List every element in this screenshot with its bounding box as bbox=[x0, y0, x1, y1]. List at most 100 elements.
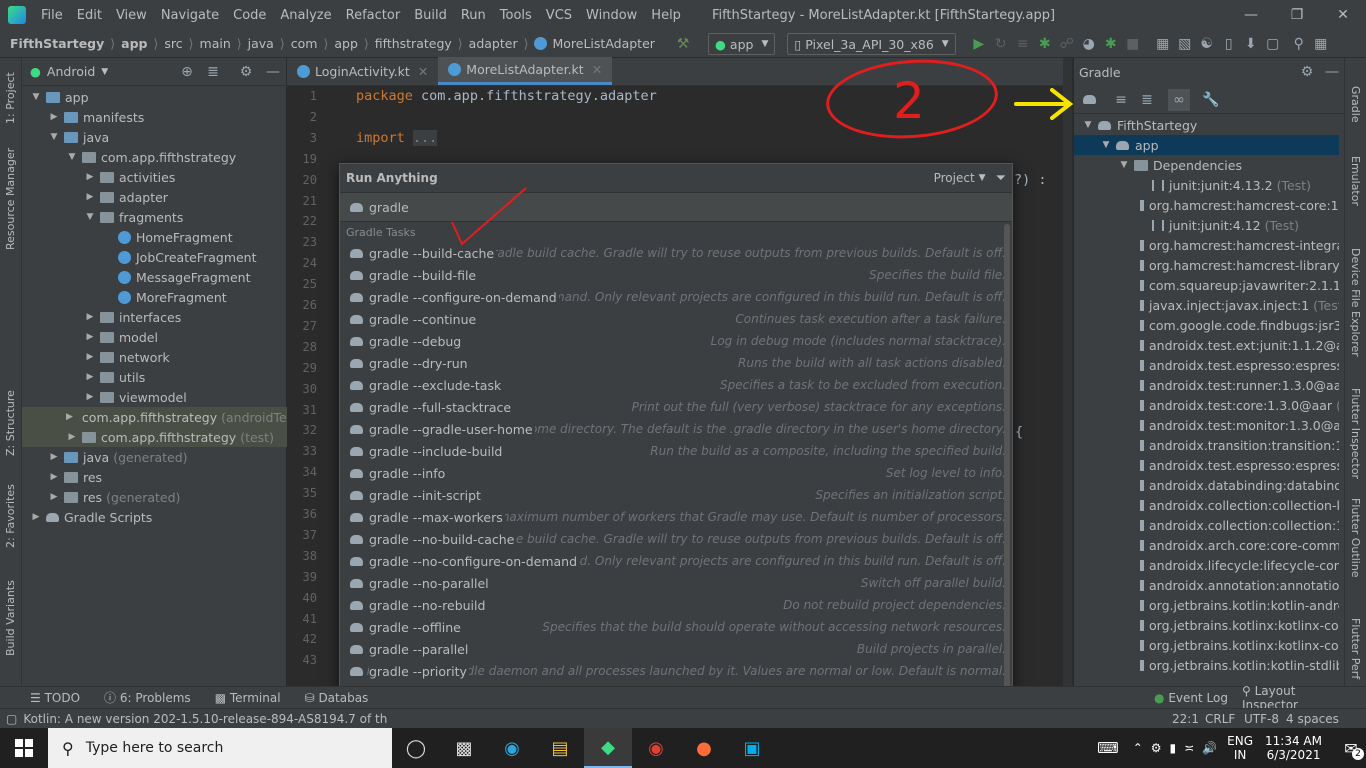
gradle-task-item[interactable]: Log in debug mode (includes normal stack… bbox=[340, 330, 1012, 352]
device-file-explorer-tool-button[interactable]: Device File Explorer bbox=[1349, 248, 1362, 357]
menu-view[interactable]: View bbox=[109, 8, 154, 23]
menu-code[interactable]: Code bbox=[226, 8, 273, 23]
collapse-all-icon[interactable]: ≣ bbox=[202, 61, 224, 83]
project-tree-item[interactable]: ▶ Gradle Scripts bbox=[22, 507, 287, 527]
gradle-task-item[interactable]: Specifies an initialization script. gradl… bbox=[340, 484, 1012, 506]
gradle-task-item[interactable]: Runs the build with all task actions dis… bbox=[340, 352, 1012, 374]
skype-icon[interactable]: ▣ bbox=[728, 728, 776, 768]
project-tree-item[interactable]: ▶ com.app.fifthstrategy(androidTest) bbox=[22, 407, 287, 427]
menu-build[interactable]: Build bbox=[407, 8, 454, 23]
gradle-tree-item[interactable]: org.hamcrest:hamcrest-integratio bbox=[1074, 235, 1339, 255]
hide-icon[interactable]: — bbox=[262, 61, 284, 83]
clock[interactable]: 11:34 AM 6/3/2021 bbox=[1265, 734, 1322, 762]
status-message[interactable]: Kotlin: A new version 202-1.5.10-release… bbox=[23, 712, 387, 726]
gradle-tree-item[interactable]: androidx.test:monitor:1.3.0@aar( bbox=[1074, 415, 1339, 435]
chevron-right-icon[interactable]: ▶ bbox=[48, 472, 60, 482]
gradle-task-item[interactable]: Do not rebuild project dependencies. grad… bbox=[340, 594, 1012, 616]
gradle-tree-item[interactable]: org.jetbrains.kotlin:kotlin-stdlib:1 bbox=[1074, 655, 1339, 675]
project-tree-item[interactable]: ▶ adapter bbox=[22, 187, 287, 207]
project-tree-item[interactable]: ▶ interfaces bbox=[22, 307, 287, 327]
gradle-task-item[interactable]: Toggles the Gradle build cache. Gradle w… bbox=[340, 242, 1012, 264]
close-icon[interactable]: ✕ bbox=[592, 62, 602, 77]
filter-icon[interactable]: ⏷ bbox=[996, 171, 1006, 186]
gear-icon[interactable]: ⚙ bbox=[235, 61, 257, 83]
project-tree-item[interactable]: JobCreateFragment bbox=[22, 247, 287, 267]
gradle-task-item[interactable]: Toggles the Gradle build cache. Gradle w… bbox=[340, 528, 1012, 550]
build-variants-tool-button[interactable]: Build Variants bbox=[4, 580, 17, 656]
flutter-outline-tool-button[interactable]: Flutter Outline bbox=[1349, 498, 1362, 578]
gradle-tree-item[interactable]: org.hamcrest:hamcrest-core:1.3 bbox=[1074, 195, 1339, 215]
collapse-all-icon[interactable]: ≣ bbox=[1136, 89, 1158, 111]
build-hammer-icon[interactable]: ⚒ bbox=[672, 33, 694, 55]
chevron-down-icon[interactable]: ▼ bbox=[1082, 120, 1094, 130]
chevron-down-icon[interactable]: ▼ bbox=[84, 212, 96, 222]
project-tree-item[interactable]: ▶ utils bbox=[22, 367, 287, 387]
project-tree-item[interactable]: MoreFragment bbox=[22, 287, 287, 307]
breadcrumb-adapter[interactable]: adapter bbox=[469, 36, 518, 51]
attach-icon[interactable]: ✱ bbox=[1100, 33, 1122, 55]
gradle-tree-item[interactable]: org.jetbrains.kotlinx:kotlinx-coro bbox=[1074, 635, 1339, 655]
gradle-tree-item[interactable]: org.jetbrains.kotlinx:kotlinx-corou bbox=[1074, 615, 1339, 635]
chevron-down-icon[interactable]: ▼ bbox=[66, 152, 78, 162]
emulator-tool-button[interactable]: Emulator bbox=[1349, 156, 1362, 206]
breadcrumb-src[interactable]: src bbox=[164, 36, 182, 51]
search-icon[interactable]: ⚲ bbox=[1288, 33, 1310, 55]
toggle-offline-icon[interactable]: ∞ bbox=[1168, 88, 1190, 111]
chevron-down-icon[interactable]: ▼ bbox=[979, 173, 986, 183]
gradle-task-item[interactable]: Build projects in parallel. gradle --para… bbox=[340, 638, 1012, 660]
layout-icon[interactable]: ▢ bbox=[1262, 33, 1284, 55]
todo-tool-button[interactable]: ☰ TODO bbox=[30, 691, 80, 705]
breadcrumb-app[interactable]: app bbox=[121, 36, 147, 51]
chevron-down-icon[interactable]: ▼ bbox=[1118, 160, 1130, 170]
menu-vcs[interactable]: VCS bbox=[539, 8, 579, 23]
breadcrumb-main[interactable]: main bbox=[200, 36, 231, 51]
favorites-tool-button[interactable]: 2: Favorites bbox=[4, 484, 17, 548]
device-select[interactable]: ▯ Pixel_3a_API_30_x86 ▼ bbox=[787, 33, 956, 55]
menu-tools[interactable]: Tools bbox=[493, 8, 539, 23]
breadcrumb-file[interactable]: MoreListAdapter bbox=[552, 36, 654, 51]
restore-icon[interactable]: ❐ bbox=[1274, 0, 1320, 30]
minimize-icon[interactable]: — bbox=[1228, 0, 1274, 30]
gradle-task-item[interactable]: Run the build as a composite, including … bbox=[340, 440, 1012, 462]
project-tree-item[interactable]: HomeFragment bbox=[22, 227, 287, 247]
chevron-right-icon[interactable]: ▶ bbox=[48, 492, 60, 502]
hide-icon[interactable]: — bbox=[1321, 61, 1343, 83]
gradle-task-item[interactable]: Sets maximum number of workers that Grad… bbox=[340, 506, 1012, 528]
gradle-tree-item[interactable]: javax.inject:javax.inject:1(Test) bbox=[1074, 295, 1339, 315]
gradle-tree-item[interactable]: androidx.test:runner:1.3.0@aar(T bbox=[1074, 375, 1339, 395]
project-tree-item[interactable]: ▼ fragments bbox=[22, 207, 287, 227]
chevron-right-icon[interactable]: ▶ bbox=[48, 452, 60, 462]
breadcrumb-java[interactable]: java bbox=[248, 36, 274, 51]
gradle-task-item[interactable]: Continues task execution after a task fa… bbox=[340, 308, 1012, 330]
project-tree-item[interactable]: ▼ com.app.fifthstrategy bbox=[22, 147, 287, 167]
build-tool-settings-icon[interactable]: 🔧 bbox=[1200, 89, 1222, 111]
windows-start-icon[interactable] bbox=[0, 728, 48, 768]
sdk-manager-icon[interactable]: ⬇ bbox=[1240, 33, 1262, 55]
chevron-right-icon[interactable]: ▶ bbox=[30, 512, 42, 522]
breadcrumb-com[interactable]: com bbox=[291, 36, 318, 51]
event-log-tool-button[interactable]: ● Event Log bbox=[1154, 691, 1228, 705]
project-tree-item[interactable]: ▶ java (generated) bbox=[22, 447, 287, 467]
flutter-perf-tool-button[interactable]: Flutter Perf bbox=[1349, 618, 1362, 679]
profile-icon[interactable]: ◕ bbox=[1078, 33, 1100, 55]
structure-tool-button[interactable]: Z: Structure bbox=[4, 390, 17, 456]
project-tree-item[interactable]: ▶ res bbox=[22, 467, 287, 487]
popup-scrollbar[interactable] bbox=[1004, 224, 1010, 712]
close-icon[interactable]: ✕ bbox=[418, 64, 428, 79]
gradle-tree-item[interactable]: androidx.collection:collection-ktx bbox=[1074, 495, 1339, 515]
editor-scrollbar[interactable] bbox=[1063, 58, 1072, 686]
project-tree-item[interactable]: ▶ activities bbox=[22, 167, 287, 187]
gradle-tree-item[interactable]: org.hamcrest:hamcrest-library:1.3 bbox=[1074, 255, 1339, 275]
cortana-icon[interactable]: ◯ bbox=[392, 728, 440, 768]
android-studio-icon[interactable]: ◆ bbox=[584, 728, 632, 768]
caret-position[interactable]: 22:1 bbox=[1172, 712, 1199, 726]
menu-analyze[interactable]: Analyze bbox=[273, 8, 338, 23]
gradle-tree-item[interactable]: com.squareup:javawriter:2.1.1(Te bbox=[1074, 275, 1339, 295]
project-tree-item[interactable]: ▼ java bbox=[22, 127, 287, 147]
close-icon[interactable]: ✕ bbox=[1320, 0, 1366, 30]
gradle-tree-item[interactable]: ▼ app bbox=[1074, 135, 1339, 155]
gradle-tree-item[interactable]: com.google.code.findbugs:jsr305 bbox=[1074, 315, 1339, 335]
execute-gradle-task-icon[interactable] bbox=[1078, 89, 1100, 111]
gradle-tree-item[interactable]: junit:junit:4.12 (Test) bbox=[1074, 215, 1339, 235]
gradle-tree-item[interactable]: androidx.test.espresso:espresso-i bbox=[1074, 455, 1339, 475]
